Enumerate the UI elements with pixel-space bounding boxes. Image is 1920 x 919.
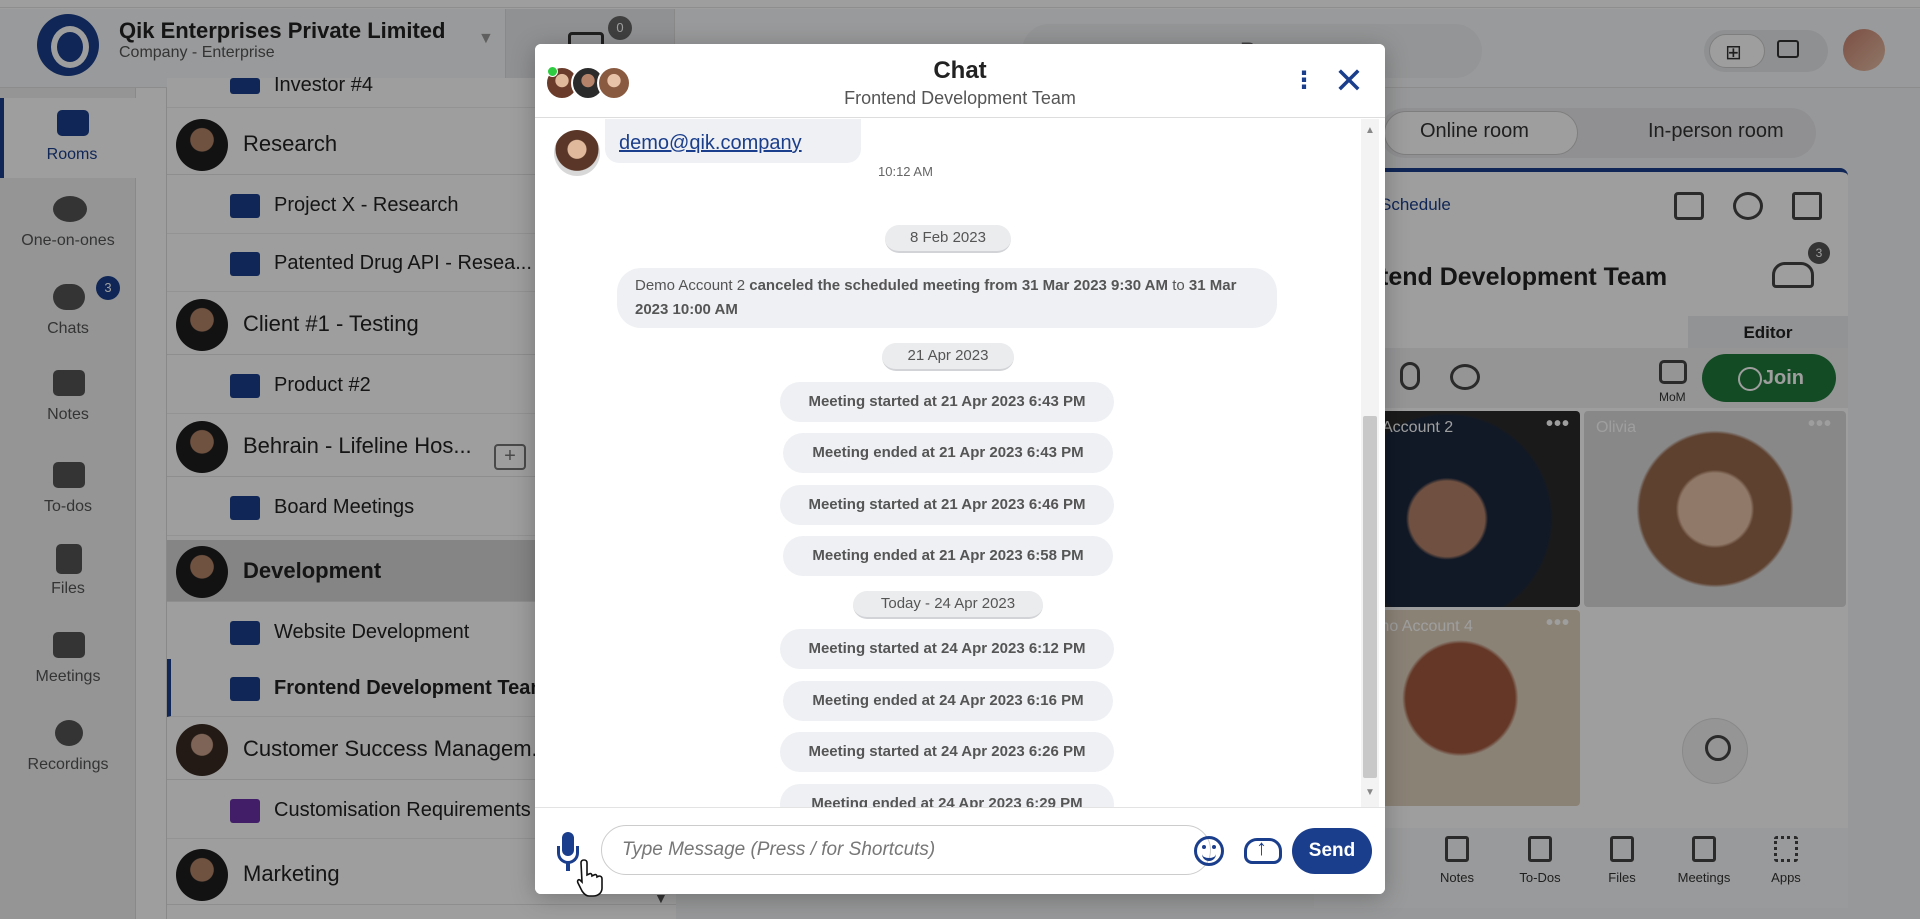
cancel-to-word: to (1172, 277, 1185, 294)
system-message: Meeting started at 21 Apr 2023 6:43 PM (780, 382, 1114, 422)
system-message: Meeting ended at 21 Apr 2023 6:43 PM (783, 433, 1113, 473)
date-separator: 8 Feb 2023 (885, 225, 1011, 253)
scroll-down-icon[interactable]: ▼ (1361, 787, 1379, 798)
cancel-actor: Demo Account 2 (635, 277, 746, 294)
system-message: Meeting ended at 24 Apr 2023 6:29 PM (780, 784, 1114, 807)
system-message: Meeting started at 24 Apr 2023 6:12 PM (780, 629, 1114, 669)
upload-cloud-icon[interactable] (1244, 835, 1282, 864)
chat-dialog: Chat Frontend Development Team ⋮ ✕ demo@… (535, 44, 1385, 894)
cancel-action: canceled the scheduled meeting from (749, 277, 1018, 294)
scroll-up-icon[interactable]: ▲ (1361, 125, 1379, 136)
emoji-icon[interactable] (1194, 836, 1224, 866)
hand-cursor-icon (576, 859, 603, 897)
chat-scrollbar[interactable]: ▲ ▼ (1361, 119, 1379, 807)
chat-composer: Send (535, 807, 1385, 894)
message-input[interactable] (601, 825, 1211, 875)
more-options-icon[interactable]: ⋮ (1292, 68, 1316, 98)
avatar (554, 130, 600, 176)
message-time: 10:12 AM (878, 164, 933, 179)
message-link[interactable]: demo@qik.company (619, 132, 802, 155)
chat-messages: demo@qik.company 10:12 AM 8 Feb 2023 Dem… (535, 119, 1385, 807)
system-message: Meeting ended at 21 Apr 2023 6:58 PM (783, 536, 1113, 576)
chat-subtitle: Frontend Development Team (844, 88, 1076, 108)
cancel-from: 31 Mar 2023 9:30 AM (1021, 277, 1169, 294)
date-separator: 21 Apr 2023 (882, 343, 1014, 371)
mic-stem (566, 863, 570, 871)
chat-dialog-header: Chat Frontend Development Team ⋮ ✕ (535, 44, 1385, 118)
app-root: Qik Enterprises Private Limited Company … (0, 0, 1920, 919)
system-message: Meeting started at 24 Apr 2023 6:26 PM (780, 732, 1114, 772)
date-separator: Today - 24 Apr 2023 (853, 591, 1043, 619)
system-message: Meeting started at 21 Apr 2023 6:46 PM (780, 485, 1114, 525)
send-button[interactable]: Send (1292, 828, 1372, 874)
system-message: Meeting ended at 24 Apr 2023 6:16 PM (783, 681, 1113, 721)
close-icon[interactable]: ✕ (1331, 63, 1367, 100)
system-message: Demo Account 2 canceled the scheduled me… (617, 268, 1277, 328)
chat-title: Chat (933, 57, 987, 84)
scrollbar-thumb[interactable] (1363, 416, 1377, 778)
